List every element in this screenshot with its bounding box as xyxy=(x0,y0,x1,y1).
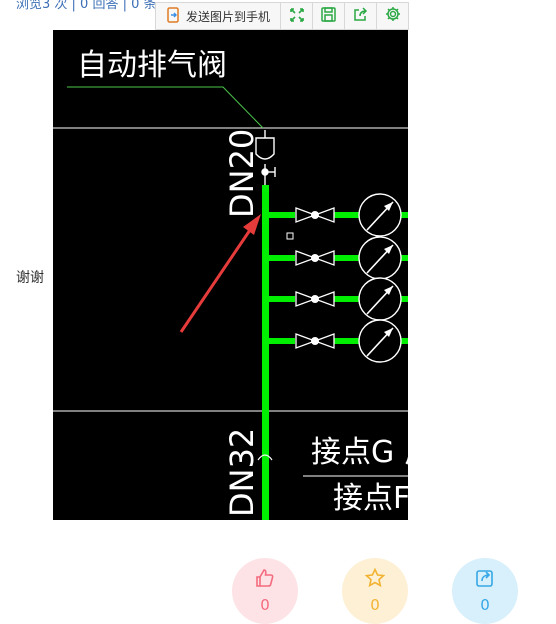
red-arrow-annotation xyxy=(179,214,261,333)
like-button[interactable]: 0 xyxy=(232,558,298,624)
cad-drawing[interactable]: 自动排气阀 DN20 DN32 接点G 接点F xyxy=(53,30,408,520)
grip-marker xyxy=(286,232,294,240)
branch-2 xyxy=(269,236,408,280)
point-label-g: 接点G 反 xyxy=(311,435,408,470)
drawing-title: 自动排气阀 xyxy=(77,48,227,83)
settings-button[interactable] xyxy=(377,3,408,29)
fullscreen-button[interactable] xyxy=(281,3,314,29)
share-action-button[interactable]: 0 xyxy=(452,558,518,624)
comment-text: 谢谢 xyxy=(16,270,44,286)
like-count: 0 xyxy=(260,596,270,614)
main-pipe xyxy=(262,185,269,520)
image-toolbar: 发送图片到手机 xyxy=(155,2,410,30)
branch-4 xyxy=(269,319,408,363)
share-icon xyxy=(475,568,495,592)
share-button[interactable] xyxy=(345,3,378,29)
branch-3 xyxy=(269,277,408,321)
phone-send-icon xyxy=(166,6,180,26)
favorite-button[interactable]: 0 xyxy=(342,558,408,624)
branch-1 xyxy=(269,193,408,237)
fullscreen-icon xyxy=(289,7,304,26)
send-to-phone-button[interactable]: 发送图片到手机 xyxy=(156,3,282,29)
save-icon xyxy=(321,6,336,26)
star-icon xyxy=(364,567,386,592)
leader-line xyxy=(67,86,264,129)
view-stats: 浏览3 次 | 0 回答 | 0 条 xyxy=(16,0,157,12)
gear-icon xyxy=(385,6,401,26)
share-icon xyxy=(353,6,368,26)
send-to-phone-label: 发送图片到手机 xyxy=(186,9,271,24)
save-button[interactable] xyxy=(313,3,346,29)
pipe-size-bottom: DN32 xyxy=(223,428,261,517)
share-count: 0 xyxy=(480,596,490,614)
point-label-f: 接点F xyxy=(333,481,408,516)
thumbs-up-icon xyxy=(255,568,275,592)
favorite-count: 0 xyxy=(370,596,380,614)
